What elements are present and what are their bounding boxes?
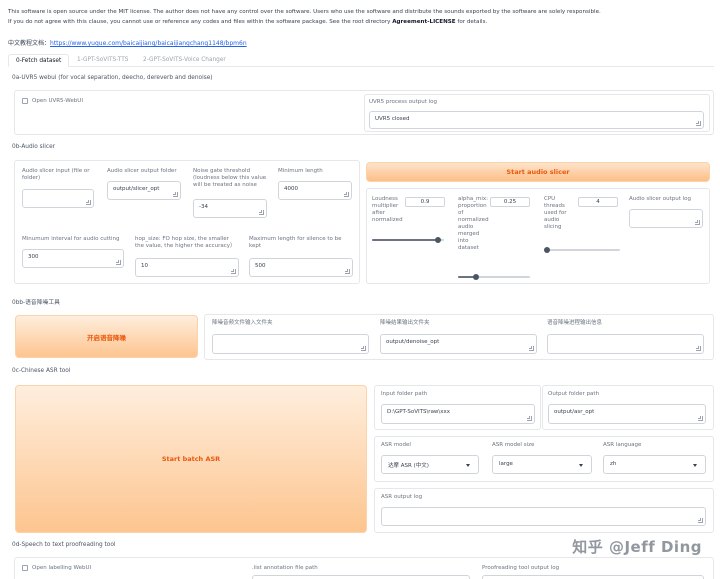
- threads-number[interactable]: 4: [578, 197, 618, 207]
- license-line-2: If you do not agree with this clause, yo…: [8, 19, 488, 25]
- asr-input-field[interactable]: D:\GPT-SoVITS\raw\xxx: [381, 404, 535, 424]
- asr-section-title: 0c-Chinese ASR tool: [12, 368, 71, 374]
- chevron-down-icon: [466, 464, 470, 467]
- slicer-log-label: Audio slicer output log: [629, 196, 691, 202]
- uvr-checkbox[interactable]: [22, 98, 28, 104]
- denoise-output-label: 降噪结果输出文件夹: [380, 320, 430, 326]
- slicer-section-title: 0b-Audio slicer: [12, 144, 56, 150]
- loudness-label: Loudness multiplier after normalized: [372, 196, 403, 223]
- threads-slider-handle[interactable]: [544, 247, 550, 253]
- slicer-input-field[interactable]: [22, 189, 94, 208]
- tab-bar: 0-Fetch dataset 1-GPT-SoVITS-TTS 2-GPT-S…: [8, 54, 714, 67]
- threshold-field[interactable]: -34: [193, 199, 267, 218]
- alpha-slider-handle[interactable]: [473, 274, 479, 280]
- asr-model-label: ASR model: [381, 442, 411, 448]
- tab-tts[interactable]: 1-GPT-SoVITS-TTS: [70, 54, 135, 67]
- minlen-label: Minimum length: [278, 168, 323, 174]
- uvr-log-output[interactable]: UVR5 closed: [369, 111, 704, 129]
- proof-section-title: 0d-Speech to text proofreading tool: [12, 542, 116, 548]
- maxsil-field[interactable]: 500: [249, 258, 353, 277]
- chevron-down-icon: [693, 464, 697, 467]
- uvr-checkbox-label: Open UVR5-WebUI: [32, 98, 83, 104]
- asr-language-label: ASR language: [603, 442, 642, 448]
- start-batch-asr-button[interactable]: Start batch ASR: [15, 385, 367, 533]
- minlen-field[interactable]: 4000: [278, 181, 352, 200]
- proof-checkbox[interactable]: [22, 565, 28, 571]
- denoise-button[interactable]: 开启语音降噪: [15, 315, 198, 358]
- asr-log-output[interactable]: [381, 507, 706, 526]
- start-audio-slicer-button[interactable]: Start audio slicer: [366, 162, 710, 182]
- asr-output-label: Output folder path: [548, 391, 600, 397]
- denoise-log-label: 语音降噪进程输出信息: [547, 320, 603, 326]
- asr-model-select[interactable]: 达摩 ASR (中文): [381, 455, 479, 474]
- loudness-slider[interactable]: [372, 237, 444, 243]
- denoise-log-output[interactable]: [547, 334, 704, 354]
- slicer-log-output[interactable]: [629, 209, 703, 228]
- maxsil-label: Maximum length for silence to be kept: [249, 236, 342, 249]
- license-line-1: This software is open source under the M…: [8, 9, 601, 15]
- alpha-slider[interactable]: [458, 274, 530, 280]
- slicer-output-label: Audio slicer output folder: [107, 168, 177, 174]
- alpha-number[interactable]: 0.25: [490, 197, 530, 207]
- hop-field[interactable]: 10: [135, 258, 239, 277]
- interval-label: Minumum interval for audio cutting: [22, 236, 120, 242]
- asr-language-select[interactable]: zh: [603, 455, 706, 474]
- denoise-section-title: 0bb-语音降噪工具: [12, 300, 60, 306]
- denoise-output-field[interactable]: output/denoise_opt: [380, 334, 537, 354]
- proof-checkbox-label: Open labelling WebUI: [32, 565, 92, 571]
- doc-link[interactable]: https://www.yuque.com/baicaijiang/baicai…: [50, 40, 247, 47]
- slicer-input-label: Audio slicer input (file or folder): [22, 168, 90, 181]
- watermark: 知乎 @Jeff Ding: [572, 538, 702, 556]
- uvr-section-title: 0a-UVR5 webui (for vocal separation, dee…: [12, 75, 213, 81]
- denoise-input-label: 降噪音频文件输入文件夹: [212, 320, 273, 326]
- slicer-output-field[interactable]: output/slicer_opt: [107, 181, 181, 200]
- loudness-number[interactable]: 0.9: [405, 197, 445, 207]
- asr-size-select[interactable]: large: [492, 455, 592, 474]
- loudness-slider-handle[interactable]: [435, 237, 441, 243]
- uvr-log-label: UVR5 process output log: [369, 99, 438, 105]
- hop-label: hop_size: FO hop size, the smaller the v…: [135, 236, 236, 249]
- alpha-label: alpha_mix: proportion of normalized audi…: [458, 196, 489, 251]
- doc-link-row: 中文教程文档：https://www.yuque.com/baicaijiang…: [8, 40, 247, 47]
- proof-list-label: .list annotation file path: [252, 565, 318, 571]
- proof-log-label: Proofreading tool output log: [482, 565, 560, 571]
- asr-size-label: ASR model size: [492, 442, 535, 448]
- chevron-down-icon: [579, 464, 583, 467]
- tab-voice-changer[interactable]: 2-GPT-SoVITS-Voice Changer: [136, 54, 233, 67]
- proof-list-field[interactable]: [252, 575, 470, 579]
- proof-log-output[interactable]: [482, 575, 704, 579]
- threads-label: CPU threads used for audio slicing: [544, 196, 567, 230]
- asr-output-field[interactable]: output/asr_opt: [548, 404, 706, 424]
- interval-field[interactable]: 300: [22, 249, 124, 268]
- denoise-input-field[interactable]: [212, 334, 369, 354]
- tab-fetch-dataset[interactable]: 0-Fetch dataset: [8, 54, 70, 67]
- asr-input-label: Input folder path: [381, 391, 428, 397]
- threads-slider[interactable]: [544, 247, 620, 253]
- threshold-label: Noise gate threshold (loudness below thi…: [193, 168, 267, 188]
- asr-log-label: ASR output log: [381, 494, 423, 500]
